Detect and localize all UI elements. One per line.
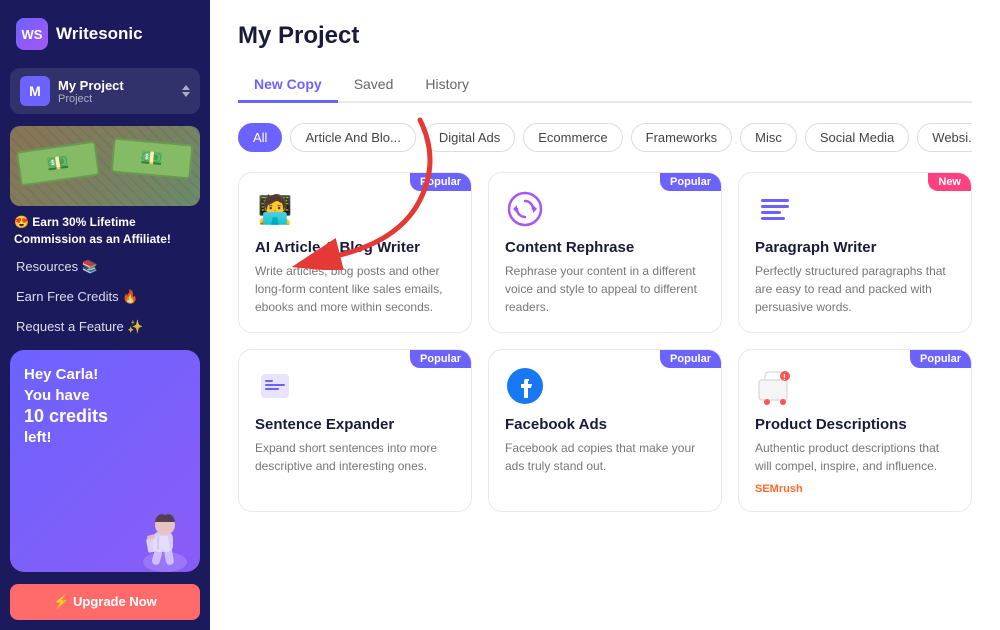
upgrade-button[interactable]: ⚡ Upgrade Now [10,584,200,620]
card-title-paragraph: Paragraph Writer [755,239,955,256]
card-facebook-ads[interactable]: Popular Facebook Ads Facebook ad copies … [488,349,722,512]
paragraph-svg-icon [757,191,793,227]
logo: WS Writesonic [0,0,210,64]
card-sentence-expander[interactable]: Popular Sentence Expander Expand short s… [238,349,472,512]
card-icon-sentence [255,366,295,406]
credits-line2: You have [24,385,186,406]
card-top-product: ! [755,366,955,406]
reading-person-illustration [125,497,200,572]
credits-amount: 10 credits [24,406,186,427]
tab-history[interactable]: History [409,68,485,103]
card-desc-product: Authentic product descriptions that will… [755,439,955,475]
card-title-rephrase: Content Rephrase [505,239,705,256]
filter-ecommerce[interactable]: Ecommerce [523,123,622,152]
tab-bar: New Copy Saved History [238,68,972,103]
card-title-ai-article: AI Article & Blog Writer [255,239,455,256]
credits-card: Hey Carla! You have 10 credits left! [10,350,200,572]
card-top-sentence [255,366,455,406]
chevron-up-icon [182,85,190,90]
card-footer-product: SEMrush [755,483,955,495]
rephrase-svg-icon [507,191,543,227]
card-title-product: Product Descriptions [755,416,955,433]
sidebar-link-resources[interactable]: Resources 📚 [10,254,200,280]
project-chevrons [182,85,190,97]
tab-saved[interactable]: Saved [338,68,410,103]
logo-text: Writesonic [56,24,143,44]
affiliate-banner-image: 💵 💵 [10,126,200,206]
logo-icon: WS [16,18,48,50]
product-svg-icon: ! [755,366,795,406]
tools-grid: 🧑‍💻 Popular AI Article & Blog Writer Wri… [238,172,972,512]
card-icon-paragraph [755,189,795,229]
svg-text:!: ! [783,373,786,382]
badge-new-paragraph: New [928,173,971,191]
credits-line3: left! [24,427,186,448]
card-desc-facebook: Facebook ad copies that make your ads tr… [505,439,705,475]
card-content-rephrase[interactable]: Popular Content Rephrase Rephrase your c… [488,172,722,333]
card-desc-sentence: Expand short sentences into more descrip… [255,439,455,475]
chevron-down-icon [182,92,190,97]
card-title-facebook: Facebook Ads [505,416,705,433]
sentence-svg-icon [257,368,293,404]
card-top-paragraph [755,189,955,229]
card-ai-article-blog[interactable]: 🧑‍💻 Popular AI Article & Blog Writer Wri… [238,172,472,333]
money-bill-1: 💵 [16,141,100,187]
filter-website[interactable]: Websi... [917,123,972,152]
page-title: My Project [238,22,972,50]
credits-greeting: Hey Carla! [24,364,186,385]
sidebar: WS Writesonic M My Project Project 💵 💵 😍… [0,0,210,630]
card-desc-ai-article: Write articles, blog posts and other lon… [255,262,455,316]
badge-popular-facebook: Popular [660,350,721,368]
main-content: My Project New Copy Saved History All Ar… [210,0,1000,630]
project-type: Project [58,93,174,105]
card-icon-ai-article: 🧑‍💻 [255,189,295,229]
card-title-sentence: Sentence Expander [255,416,455,433]
badge-popular-product: Popular [910,350,971,368]
card-product-descriptions[interactable]: ! Popular Product Descriptions Authentic… [738,349,972,512]
sidebar-link-request-feature[interactable]: Request a Feature ✨ [10,314,200,340]
card-desc-paragraph: Perfectly structured paragraphs that are… [755,262,955,316]
affiliate-text-block: 😍 Earn 30% Lifetime Commission as an Aff… [10,214,200,248]
card-icon-facebook [505,366,545,406]
badge-popular-rephrase: Popular [660,173,721,191]
filter-frameworks[interactable]: Frameworks [631,123,733,152]
money-bill-2: 💵 [111,138,194,180]
project-selector[interactable]: M My Project Project [10,68,200,114]
affiliate-label: 😍 Earn 30% Lifetime Commission as an Aff… [14,214,196,248]
project-avatar: M [20,76,50,106]
card-paragraph-writer[interactable]: New Paragraph Writer Perfectly structure… [738,172,972,333]
filter-article-blog[interactable]: Article And Blo... [290,123,415,152]
facebook-svg-icon [505,366,545,406]
badge-popular-sentence: Popular [410,350,471,368]
filter-misc[interactable]: Misc [740,123,797,152]
filter-digital-ads[interactable]: Digital Ads [424,123,515,152]
sidebar-links: Resources 📚 Earn Free Credits 🔥 Request … [0,254,210,340]
card-top-facebook [505,366,705,406]
card-top-rephrase [505,189,705,229]
tab-new-copy[interactable]: New Copy [238,68,338,103]
filter-chips: All Article And Blo... Digital Ads Ecomm… [238,123,972,152]
filter-all[interactable]: All [238,123,282,152]
card-icon-rephrase [505,189,545,229]
sidebar-link-earn-credits[interactable]: Earn Free Credits 🔥 [10,284,200,310]
card-desc-rephrase: Rephrase your content in a different voi… [505,262,705,316]
project-name: My Project [58,78,174,93]
project-info: My Project Project [58,78,174,105]
card-icon-product: ! [755,366,795,406]
filter-social-media[interactable]: Social Media [805,123,909,152]
card-top: 🧑‍💻 [255,189,455,229]
badge-popular-ai-article: Popular [410,173,471,191]
